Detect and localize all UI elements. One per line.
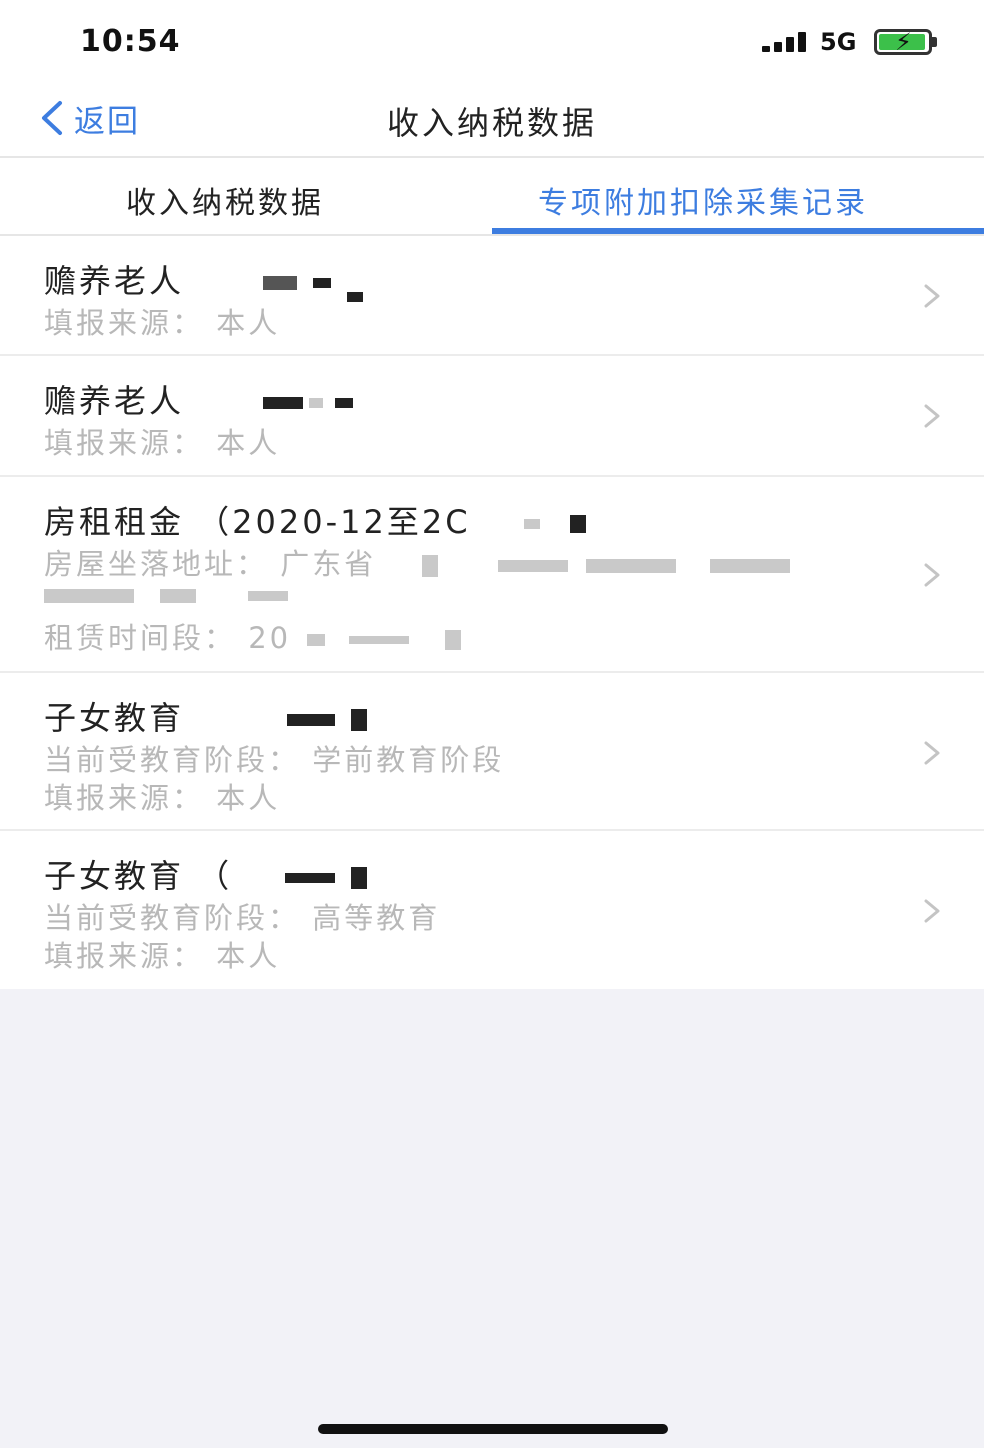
list-item[interactable]: 赡养老人 填报来源： 本人 xyxy=(0,356,984,477)
chevron-right-icon xyxy=(924,899,940,923)
item-title: 房租租金 （2020-12至2C xyxy=(44,497,586,543)
page-title: 收入纳税数据 xyxy=(386,104,597,142)
charging-icon: ⚡ xyxy=(895,28,912,56)
battery-tip-icon xyxy=(932,37,937,47)
item-title-text: 赡养老人 xyxy=(44,262,185,300)
item-title: 赡养老人 xyxy=(44,256,364,302)
chevron-right-icon xyxy=(924,404,940,428)
redacted-block xyxy=(253,382,354,420)
list-item[interactable]: 房租租金 （2020-12至2C 房屋坐落地址： 广东省 租赁时间段： 20 xyxy=(0,477,984,673)
item-detail: 填报来源： 本人 xyxy=(44,426,281,460)
item-detail: 当前受教育阶段： 学前教育阶段 xyxy=(44,743,505,777)
record-list: 赡养老人 填报来源： 本人 赡养老人 填报来源： 本人 房租租金 （2020-1… xyxy=(0,236,984,989)
chevron-right-icon xyxy=(924,284,940,308)
item-title-text: 子女教育 （ xyxy=(44,857,233,895)
redacted-block xyxy=(253,262,364,302)
active-tab-indicator xyxy=(492,228,984,234)
tab-income-tax-data[interactable]: 收入纳税数据 xyxy=(126,178,324,222)
item-title: 子女教育 （ xyxy=(44,851,368,897)
item-detail: 租赁时间段： 20 xyxy=(44,615,462,657)
chevron-right-icon xyxy=(924,741,940,765)
item-title-text: 赡养老人 xyxy=(44,382,185,420)
list-item[interactable]: 子女教育 当前受教育阶段： 学前教育阶段 填报来源： 本人 xyxy=(0,673,984,831)
item-detail: 填报来源： 本人 xyxy=(44,306,281,340)
item-detail: 当前受教育阶段： 高等教育 xyxy=(44,901,441,935)
redacted-block xyxy=(277,699,368,737)
status-bar: 10:54 5G ⚡ xyxy=(0,0,984,80)
redacted-block xyxy=(275,857,368,895)
network-type: 5G xyxy=(820,28,857,56)
list-item[interactable]: 赡养老人 填报来源： 本人 xyxy=(0,236,984,356)
item-title: 子女教育 xyxy=(44,693,368,739)
address-text: 房屋坐落地址： 广东省 xyxy=(44,547,377,581)
item-detail xyxy=(44,577,288,611)
tab-deduction-records[interactable]: 专项附加扣除采集记录 xyxy=(538,178,868,222)
item-detail: 填报来源： 本人 xyxy=(44,939,281,973)
redacted-block xyxy=(412,547,791,581)
chevron-right-icon xyxy=(924,563,940,587)
home-indicator[interactable] xyxy=(318,1424,668,1434)
redacted-block xyxy=(44,577,288,611)
navigation-bar: 返回 收入纳税数据 xyxy=(0,80,984,158)
item-title-text: 子女教育 xyxy=(44,699,185,737)
tab-bar: 收入纳税数据 专项附加扣除采集记录 xyxy=(0,158,984,236)
redacted-block xyxy=(514,503,586,541)
signal-icon xyxy=(762,32,808,52)
top-header: 10:54 5G ⚡ 返回 收入纳税数据 xyxy=(0,0,984,158)
list-item[interactable]: 子女教育 （ 当前受教育阶段： 高等教育 填报来源： 本人 xyxy=(0,831,984,989)
redacted-block xyxy=(303,621,462,655)
item-title-text: 房租租金 （2020-12至2C xyxy=(44,503,471,541)
lease-period-text: 租赁时间段： 20 xyxy=(44,621,292,655)
status-time: 10:54 xyxy=(80,24,181,59)
item-detail: 填报来源： 本人 xyxy=(44,781,281,815)
item-title: 赡养老人 xyxy=(44,376,354,422)
